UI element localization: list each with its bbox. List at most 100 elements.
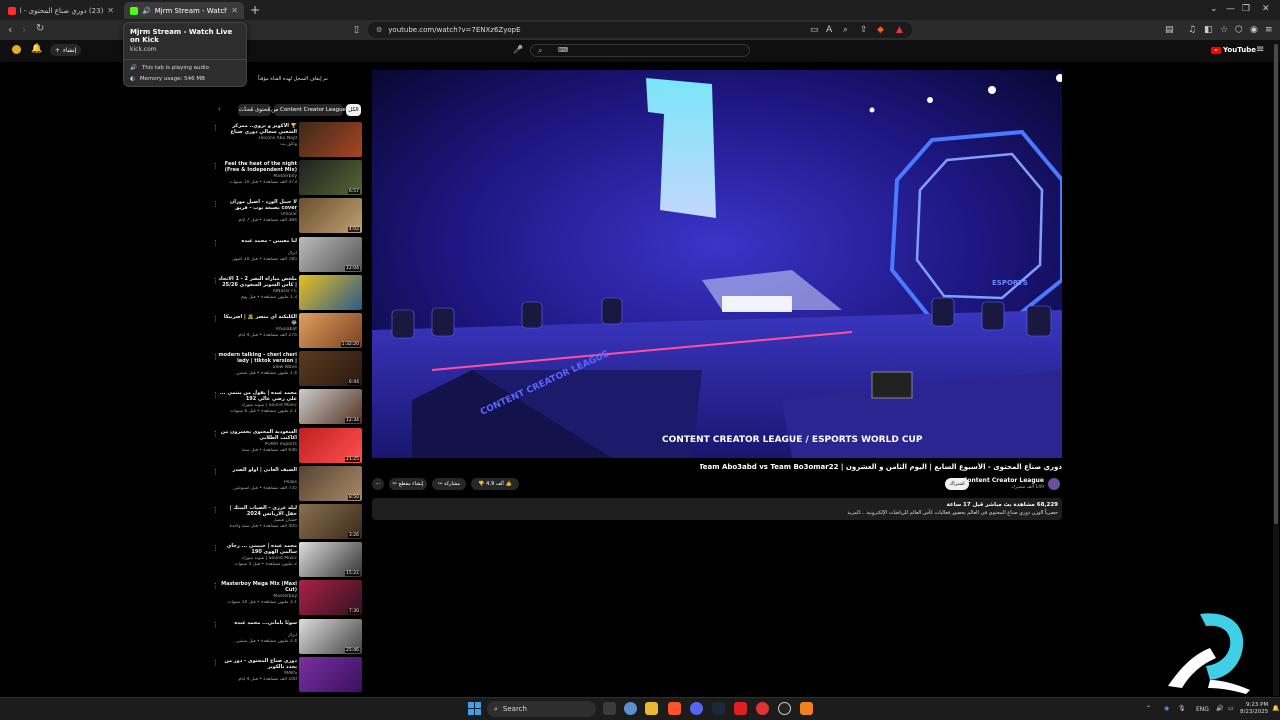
video-thumbnail[interactable]: 7:30: [299, 580, 362, 616]
description-box[interactable]: 68,229 مشاهدة بث مباشر قبل 17 ساعة حصريا…: [372, 498, 1062, 520]
site-info-icon[interactable]: ⚙: [376, 26, 382, 34]
channel-name[interactable]: Masterboy: [218, 594, 297, 599]
notifications-icon[interactable]: 🔔: [1272, 705, 1279, 712]
recommendation-item[interactable]: ⋮ 🏆 الأكويز و نزوي.. ممركز الشعبي سجالي د…: [210, 122, 363, 158]
video-thumbnail[interactable]: 8:50: [299, 465, 362, 501]
channel-name[interactable]: Sound Music | سوند ميوزك: [218, 556, 297, 561]
channel-name[interactable]: ابزال: [218, 251, 297, 256]
video-title[interactable]: Feel the heat of the night (Free & Indep…: [218, 161, 297, 173]
tray-app-icon[interactable]: ◉: [1164, 705, 1169, 712]
video-title[interactable]: سوبًا ياماني... محمد عبده: [218, 620, 297, 626]
forward-icon[interactable]: ›: [22, 23, 26, 36]
channel-name[interactable]: Sound Music | سوند ميوزك: [218, 403, 297, 408]
video-title[interactable]: الصيف العابي | أولو الصدر: [218, 467, 297, 473]
microphone-icon[interactable]: 🎙: [1178, 705, 1186, 712]
chip-all[interactable]: الكل: [346, 104, 361, 116]
recommendation-item[interactable]: 6:57 ⋮ Feel the heat of the night (Free & …: [210, 160, 363, 196]
channel-avatar[interactable]: [1048, 478, 1060, 490]
recommendation-item[interactable]: 12:04 ⋮ لنا معيبين - محمد عبده ابزال 785 ألف…: [210, 236, 363, 273]
channel-name[interactable]: MAKS: [218, 671, 297, 676]
video-thumbnail[interactable]: 6:57: [299, 160, 362, 196]
file-explorer-icon[interactable]: [645, 702, 658, 715]
close-window-button[interactable]: ✕: [1262, 4, 1270, 14]
recommendation-item[interactable]: 12:34 ⋮ محمد عبده | يقول من ينتمي ... علي …: [210, 389, 363, 425]
steam-icon[interactable]: [712, 702, 725, 715]
video-thumbnail[interactable]: 12:04: [299, 236, 362, 272]
media-icon[interactable]: ♫: [1188, 25, 1196, 35]
channel-name[interactable]: Slow Wave: [218, 365, 297, 370]
translate-icon[interactable]: A: [826, 25, 832, 35]
microphone-icon[interactable]: 🎤: [513, 45, 523, 54]
speaker-icon[interactable]: 🔊: [1216, 705, 1223, 712]
chevron-up-icon[interactable]: ⌃: [1146, 705, 1151, 712]
channel-name[interactable]: Falcons Abu Najd: [218, 136, 298, 141]
chevron-left-icon[interactable]: ‹: [218, 105, 221, 113]
scrollbar-thumb[interactable]: [1274, 44, 1278, 524]
subscribe-button[interactable]: اشتراك: [945, 478, 969, 490]
like-dislike-button[interactable]: 👎 4.9 ألف 👍: [471, 478, 519, 490]
avatar[interactable]: [12, 45, 21, 54]
youtube-logo[interactable]: YouTube: [1211, 46, 1256, 54]
video-title[interactable]: modern talking - cheri cheri lady | tikt…: [218, 352, 297, 364]
video-player[interactable]: CONTENT CREATOR LEAGUE CONTENT CREATOR L…: [372, 70, 1062, 458]
maximize-button[interactable]: ❐: [1242, 4, 1250, 14]
video-thumbnail[interactable]: [299, 122, 362, 157]
video-title[interactable]: لنا معيبين - محمد عبده: [218, 238, 297, 244]
video-thumbnail[interactable]: 3:26: [299, 504, 362, 539]
start-button[interactable]: [468, 702, 481, 715]
clock[interactable]: 9:23 PM 8/23/2025: [1240, 702, 1268, 716]
video-title[interactable]: 🏆 الأكويز و نزوي.. ممركز الشعبي سجالي دو…: [218, 123, 297, 135]
channel-name[interactable]: Masterboy: [218, 174, 297, 179]
video-thumbnail[interactable]: 21:25: [299, 427, 362, 463]
video-thumbnail[interactable]: [299, 274, 362, 310]
app-icon[interactable]: [756, 702, 769, 715]
bookmark-icon[interactable]: ▯: [354, 25, 359, 35]
browser-tab-kick[interactable]: 🔊 Mjrm Stream - Watch Live on Kick ✕: [124, 2, 244, 19]
extensions-icon[interactable]: ⬡: [1235, 25, 1243, 35]
share-button[interactable]: ↪ مشاركة: [432, 478, 466, 490]
recommendation-item[interactable]: 7:30 ⋮ Masterboy Mega Mix (Maxi Cut) Master…: [210, 580, 363, 616]
clip-button[interactable]: ✂ إنشاء مقطع: [389, 478, 427, 490]
cast-icon[interactable]: ▭: [810, 25, 819, 35]
channel-name[interactable]: AlSalabat: [218, 327, 297, 332]
recommendation-item[interactable]: 25:46 ⋮ سوبًا ياماني... محمد عبده ابزال 2.4 …: [210, 618, 363, 655]
more-actions-button[interactable]: ⋯: [372, 478, 384, 490]
recommendation-item[interactable]: 6:44 ⋮ modern talking - cheri cheri lady |…: [210, 351, 363, 387]
video-title[interactable]: لا حبيل الورد - أصيل موزان cover بصيغة ن…: [218, 199, 297, 211]
recommendation-item[interactable]: 15:22 ⋮ محمد عبده | حبيبتي ... رجاي سالمي …: [210, 542, 363, 578]
video-thumbnail[interactable]: 15:22: [299, 542, 362, 578]
chatgpt-icon[interactable]: [778, 702, 791, 715]
create-button[interactable]: + إنشاء: [50, 44, 82, 56]
video-title[interactable]: دوري صناع المحتوى - دور من يحدد نالكوبر: [218, 658, 297, 670]
taskbar-search[interactable]: ⌕ Search: [487, 701, 596, 717]
chip-from-channel[interactable]: من Content Creator League: [271, 104, 346, 116]
keyboard-icon[interactable]: ⌨: [558, 46, 568, 54]
panel-icon[interactable]: ◧: [1204, 25, 1213, 35]
close-tab-icon[interactable]: ✕: [231, 6, 238, 15]
zoom-icon[interactable]: ⌕: [843, 25, 848, 35]
recommendation-item[interactable]: ⋮ ملخص مباراة النصر 2 - 1 الاتحاد | كأس ا…: [210, 274, 363, 311]
youtube-app-icon[interactable]: [734, 702, 747, 715]
menu-icon[interactable]: ≡: [1265, 25, 1273, 35]
wallet-icon[interactable]: ◉: [1250, 25, 1258, 35]
video-title[interactable]: ليلة عرزي - الصياب البيتك | حفل الاربانس…: [218, 505, 297, 517]
video-title[interactable]: ملخص مباراة النصر 2 - 1 الاتحاد | كأس ال…: [218, 276, 297, 288]
channel-name[interactable]: AlNassr FC: [218, 289, 297, 294]
reload-icon[interactable]: ↻: [36, 23, 44, 34]
back-icon[interactable]: ‹: [8, 23, 12, 36]
video-thumbnail[interactable]: 6:44: [299, 351, 362, 387]
channel-name[interactable]: POWR eSports: [218, 442, 297, 447]
notifications-icon[interactable]: 🔔: [31, 44, 42, 54]
channel-name[interactable]: Peaks: [218, 480, 297, 485]
video-thumbnail[interactable]: [299, 656, 362, 692]
brave-browser-icon[interactable]: [668, 702, 681, 715]
channel-name[interactable]: Umolar: [218, 212, 297, 217]
recommendation-item[interactable]: 1:32:20 ⋮ الكلبكتة أي منصر 🧟 | اضربيكا 😂 Al…: [210, 313, 363, 349]
discord-icon[interactable]: [690, 702, 703, 715]
settings-icon[interactable]: [624, 702, 637, 715]
recommendation-item[interactable]: 3:26 ⋮ ليلة عرزي - الصياب البيتك | حفل الا…: [210, 504, 363, 540]
search-input[interactable]: ⌕ ⌨: [530, 44, 750, 57]
brave-shield-icon[interactable]: ◆: [877, 25, 884, 35]
search-icon[interactable]: ⌕: [538, 46, 542, 56]
video-thumbnail[interactable]: 12:34: [299, 389, 362, 425]
